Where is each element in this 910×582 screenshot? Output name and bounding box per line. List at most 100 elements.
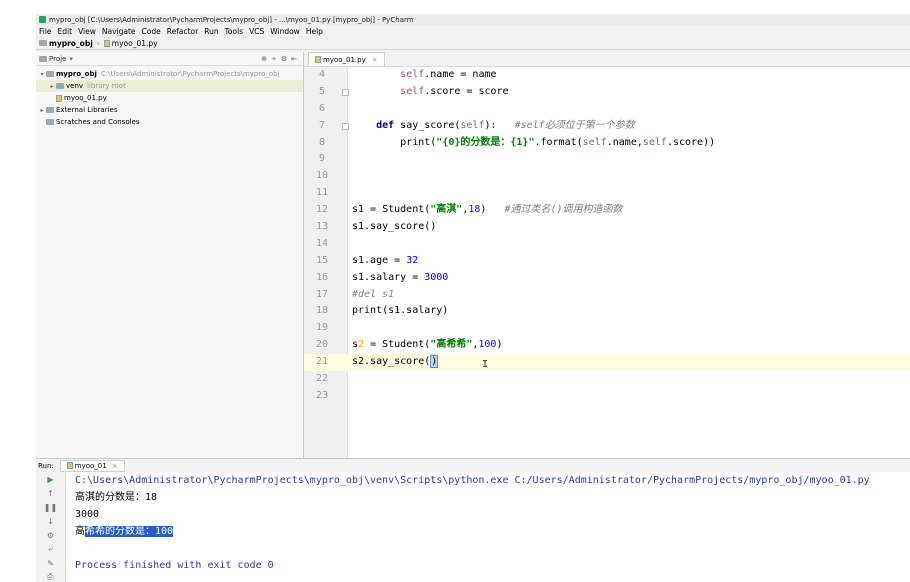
tree-item-label: External Libraries bbox=[56, 106, 118, 114]
gear-icon[interactable]: ⚙ bbox=[281, 55, 287, 63]
collapse-icon[interactable]: ÷ bbox=[271, 55, 277, 63]
line-number: 5 bbox=[318, 85, 326, 97]
code-line[interactable]: 4 self.name = name bbox=[304, 67, 910, 84]
code-line[interactable]: 6 bbox=[304, 101, 910, 118]
expand-arrow-icon[interactable]: ▸ bbox=[48, 83, 56, 90]
close-icon[interactable]: × bbox=[112, 462, 118, 470]
wrap-icon[interactable]: ⤶ bbox=[36, 542, 65, 556]
code-text: print("{0}的分数是：{1}".format(self.name,sel… bbox=[352, 136, 716, 148]
menu-help[interactable]: Help bbox=[306, 27, 323, 36]
line-number: 18 bbox=[315, 305, 329, 317]
menu-file[interactable]: File bbox=[39, 27, 52, 36]
line-number: 9 bbox=[318, 153, 326, 165]
menu-code[interactable]: Code bbox=[142, 27, 161, 36]
menu-navigate[interactable]: Navigate bbox=[102, 27, 136, 36]
menu-run[interactable]: Run bbox=[204, 27, 218, 36]
breadcrumb-project[interactable]: mypro_obj bbox=[39, 39, 93, 48]
code-line[interactable]: 21 s2.say_score() I bbox=[304, 354, 910, 372]
code-line[interactable]: 19 bbox=[304, 320, 910, 337]
code-line[interactable]: 20 s2 = Student("高希希",100) bbox=[304, 337, 910, 354]
code-line[interactable]: 14 bbox=[304, 236, 910, 253]
tab-myoo-01[interactable]: myoo_01.py × bbox=[308, 52, 385, 66]
line-number: 21 bbox=[315, 356, 329, 368]
code-line[interactable]: 9 bbox=[304, 151, 910, 168]
code-line[interactable]: 11 bbox=[304, 185, 910, 202]
tree-item-label: myoo_01.py bbox=[64, 94, 107, 102]
pin-icon[interactable]: ✎ bbox=[36, 556, 65, 570]
console-command: C:\Users\Administrator\PycharmProjects\m… bbox=[75, 475, 870, 486]
code-line[interactable]: 23 bbox=[304, 388, 910, 405]
settings-icon[interactable]: ⚙ bbox=[36, 528, 65, 542]
pycharm-icon bbox=[39, 16, 46, 23]
tree-item[interactable]: myoo_01.py bbox=[36, 92, 303, 104]
menu-view[interactable]: View bbox=[78, 27, 96, 36]
menu-window[interactable]: Window bbox=[270, 27, 300, 36]
code-text: self.score = score bbox=[400, 85, 509, 97]
arrow-up-icon[interactable]: ↑ bbox=[36, 486, 65, 500]
run-toolbar: ▶ ↑ ❚❚ ↓ ⚙ ⤶ ✎ ⎙ ✕ bbox=[36, 472, 66, 582]
folder-icon bbox=[39, 40, 47, 46]
project-tree: ▾ mypro_obj C:\Users\Administrator\Pycharm… bbox=[36, 66, 303, 128]
py-icon bbox=[56, 94, 62, 102]
line-number: 19 bbox=[315, 322, 329, 334]
rerun-icon[interactable]: ▶ bbox=[36, 472, 65, 486]
code-line[interactable]: 18 print(s1.salary) bbox=[304, 303, 910, 320]
line-number: 11 bbox=[315, 187, 329, 199]
code-line[interactable]: 10 bbox=[304, 168, 910, 185]
tree-item-label: Scratches and Consoles bbox=[56, 118, 140, 126]
code-line[interactable]: 7 def say_score(self): #self必须位于第一个参数 bbox=[304, 118, 910, 135]
code-line[interactable]: 15 s1.age = 32 bbox=[304, 253, 910, 270]
code-line[interactable]: 5 self.score = score bbox=[304, 84, 910, 101]
code-text: s1 = Student("高淇",18) #通过类名()调用构造函数 bbox=[352, 204, 623, 216]
menu-tools[interactable]: Tools bbox=[225, 27, 243, 36]
tree-item[interactable]: ▾ mypro_obj C:\Users\Administrator\Pycharm… bbox=[36, 68, 303, 80]
expand-arrow-icon[interactable]: ▾ bbox=[38, 71, 46, 78]
run-panel-header: Run: myoo_01 × bbox=[36, 458, 910, 472]
scratch-icon bbox=[46, 119, 54, 125]
title-bar: mypro_obj [C:\Users\Administrator\Pychar… bbox=[36, 14, 910, 25]
line-number: 4 bbox=[318, 69, 326, 80]
arrow-down-icon[interactable]: ↓ bbox=[36, 514, 65, 528]
editor-tabs: myoo_01.py × bbox=[304, 52, 910, 67]
menu-vcs[interactable]: VCS bbox=[249, 27, 264, 36]
code-view[interactable]: 4 self.name = name 5 self.score = score 6 7… bbox=[304, 67, 910, 405]
tree-item[interactable]: ▸ venv library root bbox=[36, 80, 303, 92]
run-tab[interactable]: myoo_01 × bbox=[59, 459, 125, 472]
code-line[interactable]: 22 bbox=[304, 371, 910, 388]
code-line[interactable]: 16 s1.salary = 3000 bbox=[304, 270, 910, 287]
code-text: #del s1 bbox=[352, 288, 395, 300]
fold-marker-icon[interactable] bbox=[342, 88, 349, 96]
code-text: s1.salary = 3000 bbox=[352, 271, 449, 283]
console-output-line: 高淇的分数是：18 bbox=[75, 492, 158, 503]
breadcrumb-file[interactable]: myoo_01.py bbox=[103, 39, 158, 48]
hide-icon[interactable]: ⇤ bbox=[291, 55, 297, 63]
project-panel-header: Proje ▾ ⊕ ÷ ⚙ ⇤ bbox=[36, 52, 303, 66]
pause-icon[interactable]: ❚❚ bbox=[36, 500, 65, 514]
code-text: s2.say_score() bbox=[352, 355, 439, 369]
close-icon[interactable]: × bbox=[372, 56, 378, 64]
code-line[interactable]: 13 s1.say_score() bbox=[304, 219, 910, 236]
code-line[interactable]: 17 #del s1 bbox=[304, 287, 910, 304]
line-number: 8 bbox=[318, 136, 326, 148]
sync-icon[interactable]: ⊕ bbox=[261, 55, 267, 63]
run-console[interactable]: C:\Users\Administrator\PycharmProjects\m… bbox=[66, 472, 910, 582]
chevron-right-icon: › bbox=[96, 38, 100, 48]
python-file-icon bbox=[103, 39, 110, 47]
line-number: 13 bbox=[315, 221, 329, 233]
console-output-line: 3000 bbox=[75, 509, 100, 520]
menu-edit[interactable]: Edit bbox=[58, 27, 73, 36]
project-panel-title[interactable]: Proje bbox=[49, 55, 66, 63]
python-file-icon bbox=[66, 462, 73, 469]
code-line[interactable]: 12 s1 = Student("高淇",18) #通过类名()调用构造函数 bbox=[304, 202, 910, 219]
menu-refactor[interactable]: Refactor bbox=[167, 27, 198, 36]
menu-bar: File Edit View Navigate Code Refactor Ru… bbox=[36, 25, 910, 37]
print-icon[interactable]: ⎙ bbox=[36, 570, 65, 582]
chevron-down-icon[interactable]: ▾ bbox=[69, 55, 73, 63]
tree-item[interactable]: Scratches and Consoles bbox=[36, 116, 303, 128]
fold-marker-icon[interactable] bbox=[342, 122, 349, 130]
code-line[interactable]: 8 print("{0}的分数是：{1}".format(self.name,s… bbox=[304, 135, 910, 152]
expand-arrow-icon[interactable]: ▸ bbox=[38, 107, 46, 114]
tree-item[interactable]: ▸ External Libraries bbox=[36, 104, 303, 116]
code-text: s1.say_score() bbox=[352, 221, 437, 233]
project-icon bbox=[39, 55, 47, 62]
